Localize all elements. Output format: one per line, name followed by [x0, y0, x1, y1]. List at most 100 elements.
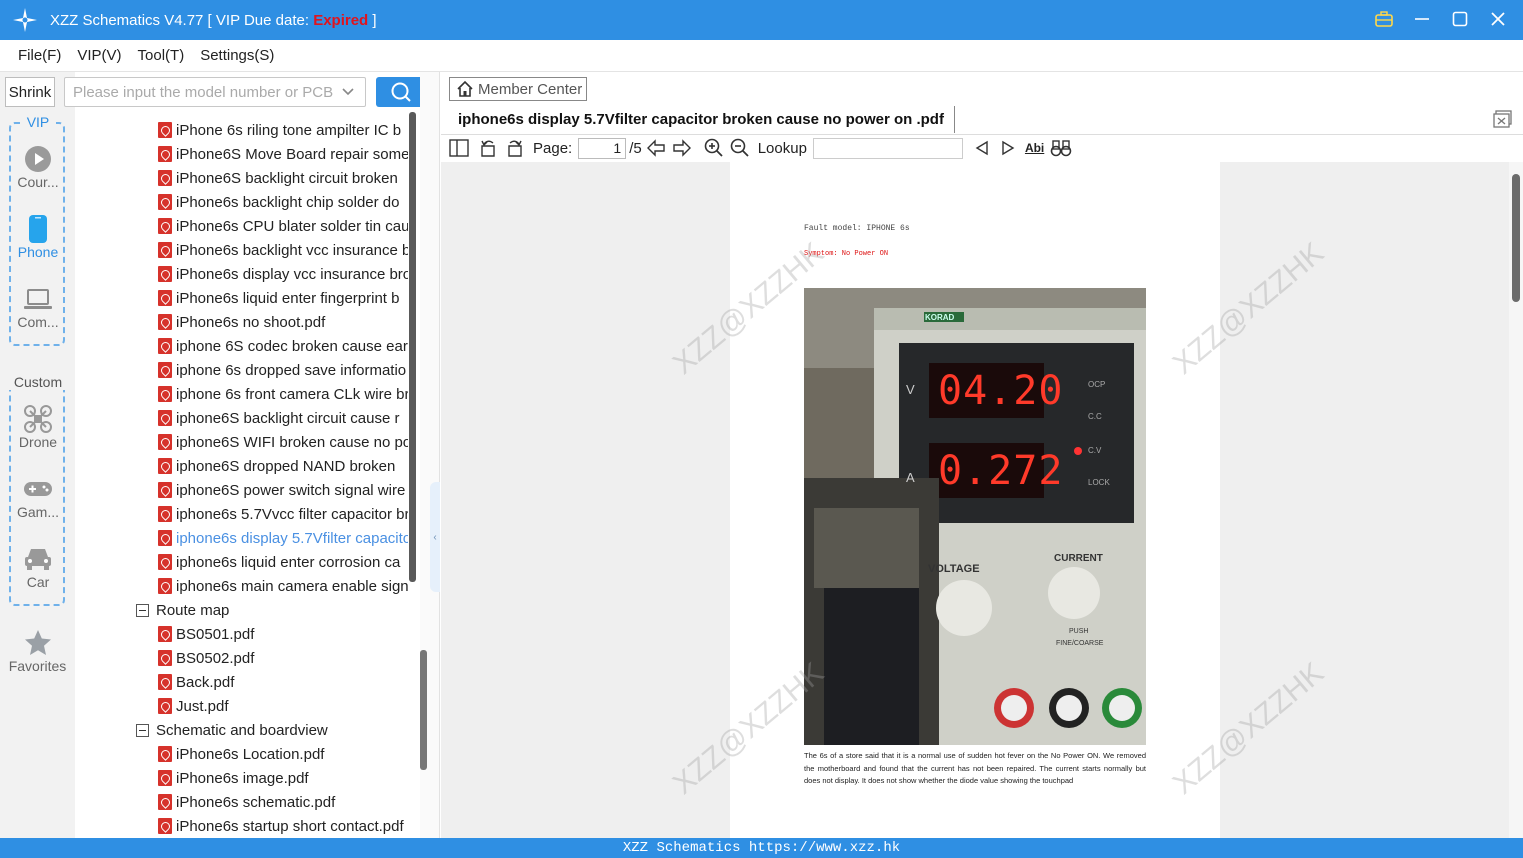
tree-file-label: iphone6s 5.7Vvcc filter capacitor br [176, 505, 408, 523]
rail-item-car[interactable]: Car [6, 544, 70, 590]
tree-file-item[interactable]: iphone6S dropped NAND broken [158, 454, 408, 478]
collapse-toggle-icon[interactable] [136, 723, 149, 737]
tree-file-item[interactable]: iphone6s liquid enter corrosion ca [158, 550, 408, 574]
rotate-right-icon[interactable] [505, 138, 525, 158]
find-prev-icon[interactable] [975, 140, 989, 156]
close-document-icon[interactable] [1493, 110, 1513, 128]
scrollbar-thumb[interactable] [1512, 174, 1520, 302]
toggle-sidebar-icon[interactable] [449, 139, 469, 157]
tree-folder-item[interactable]: Schematic and boardview [136, 718, 416, 742]
laptop-icon [6, 284, 70, 314]
tree-file-item[interactable]: iPhone6s liquid enter fingerprint b [158, 286, 408, 310]
tree-file-item[interactable]: iphone6s 5.7Vvcc filter capacitor br [158, 502, 408, 526]
tree-file-item[interactable]: Just.pdf [158, 694, 408, 718]
menu-file[interactable]: File(F) [18, 47, 61, 64]
rail-item-label: Gam... [16, 504, 59, 520]
file-tree: iPhone 6s riling tone ampilter IC b iPhon… [75, 110, 420, 838]
tree-file-item[interactable]: BS0501.pdf [158, 622, 408, 646]
status-bar: XZZ Schematics https://www.xzz.hk [0, 838, 1523, 858]
panel-splitter[interactable]: ‹ [420, 72, 440, 838]
splitter-handle[interactable] [420, 650, 427, 770]
tree-file-item[interactable]: iphone6s main camera enable sign [158, 574, 408, 598]
briefcase-icon[interactable] [1373, 8, 1395, 30]
tree-file-item[interactable]: iPhone6s schematic.pdf [158, 790, 408, 814]
minimize-button[interactable] [1411, 8, 1433, 30]
rail-item-drone[interactable]: Drone [6, 404, 70, 450]
pdf-file-icon [158, 434, 172, 450]
pdf-file-icon [158, 122, 172, 138]
viewer-scrollbar[interactable] [1509, 162, 1523, 838]
tree-file-item[interactable]: iphone6S backlight circuit cause r [158, 406, 408, 430]
tree-file-item[interactable]: iPhone6s image.pdf [158, 766, 408, 790]
page-number-input[interactable]: 1 [578, 137, 627, 159]
pdf-file-icon [158, 266, 172, 282]
next-page-icon[interactable] [672, 139, 692, 157]
tree-file-label: iphone6S dropped NAND broken [176, 457, 396, 475]
tree-file-item[interactable]: iphone 6s dropped save informatio [158, 358, 408, 382]
lookup-label: Lookup [757, 139, 807, 157]
pdf-file-icon [158, 626, 172, 642]
chevron-down-icon[interactable] [341, 85, 355, 99]
pdf-file-icon [158, 482, 172, 498]
tree-file-item[interactable]: iPhone6s display vcc insurance bro [158, 262, 408, 286]
model-search-input[interactable]: Please input the model number or PCB [64, 77, 366, 107]
prev-page-icon[interactable] [646, 139, 666, 157]
tree-file-label: iPhone6s schematic.pdf [176, 793, 336, 811]
tree-file-item[interactable]: iphone6s display 5.7Vfilter capacito [158, 526, 408, 550]
pdf-file-icon [158, 170, 172, 186]
maximize-button[interactable] [1449, 8, 1471, 30]
search-button[interactable] [376, 77, 425, 107]
tree-file-item[interactable]: iPhone6s backlight chip solder do [158, 190, 408, 214]
pdf-file-icon [158, 770, 172, 786]
tree-file-item[interactable]: iphone6S WIFI broken cause no po [158, 430, 408, 454]
rail-item-phone[interactable]: Phone [6, 214, 70, 260]
rail-item-games[interactable]: Gam... [6, 474, 70, 520]
close-button[interactable] [1487, 8, 1509, 30]
tree-file-item[interactable]: BS0502.pdf [158, 646, 408, 670]
rail-item-favorites[interactable]: Favorites [0, 628, 75, 674]
binocular-icon[interactable] [1050, 139, 1072, 157]
document-tab[interactable]: iphone6s display 5.7Vfilter capacitor br… [444, 106, 955, 133]
tree-file-item[interactable]: iPhone6s backlight vcc insurance b [158, 238, 408, 262]
lookup-input[interactable] [812, 137, 963, 159]
tree-file-item[interactable]: iphone 6s front camera CLk wire br [158, 382, 408, 406]
tree-file-item[interactable]: iPhone 6s riling tone ampilter IC b [158, 118, 408, 142]
zoom-in-icon[interactable] [704, 138, 724, 158]
menu-tool[interactable]: Tool(T) [138, 47, 185, 64]
pdf-viewer[interactable]: Fault model: IPHONE 6s Symptom: No Power… [441, 162, 1509, 838]
find-next-icon[interactable] [1001, 140, 1015, 156]
zoom-out-icon[interactable] [730, 138, 750, 158]
psu-a-label: A [906, 470, 915, 485]
tree-folder-item[interactable]: Route map [136, 598, 416, 622]
tree-file-item[interactable]: iPhone6S Move Board repair some [158, 142, 408, 166]
rail-item-computer[interactable]: Com... [6, 284, 70, 330]
rail-item-label: Drone [18, 434, 58, 450]
title-suffix: ] [368, 11, 377, 29]
tree-file-item[interactable]: iPhone6s Location.pdf [158, 742, 408, 766]
tree-file-label: iPhone6s Location.pdf [176, 745, 325, 763]
rail-item-courses[interactable]: Cour... [6, 144, 70, 190]
menu-settings[interactable]: Settings(S) [200, 47, 274, 64]
pdf-file-icon [158, 146, 172, 162]
vip-label: VIP [20, 114, 56, 130]
psu-brand: KORAD [925, 313, 955, 322]
shrink-button[interactable]: Shrink [5, 77, 55, 107]
menu-vip[interactable]: VIP(V) [77, 47, 121, 64]
rotate-left-icon[interactable] [478, 138, 498, 158]
tree-file-item[interactable]: iPhone6s no shoot.pdf [158, 310, 408, 334]
tree-file-item[interactable]: Back.pdf [158, 670, 408, 694]
tree-file-item[interactable]: iPhone6s startup short contact.pdf [158, 814, 408, 838]
tree-folder-label: Schematic and boardview [156, 721, 328, 739]
match-case-icon[interactable]: Abi [1025, 141, 1044, 155]
tree-file-item[interactable]: iPhone6s CPU blater solder tin cau [158, 214, 408, 238]
collapse-toggle-icon[interactable] [136, 603, 149, 617]
category-rail: VIP Cour... Phone Com... Custom Drone Ga… [0, 72, 75, 838]
collapse-sidebar-button[interactable]: ‹ [430, 482, 440, 592]
tree-file-item[interactable]: iphone 6S codec broken cause ear [158, 334, 408, 358]
pdf-toolbar: Page: 1 /5 Lookup Abi [441, 134, 1523, 161]
tree-scrollbar[interactable] [409, 112, 416, 582]
pdf-file-icon [158, 698, 172, 714]
tree-file-item[interactable]: iPhone6S backlight circuit broken [158, 166, 408, 190]
tree-file-item[interactable]: iphone6S power switch signal wire [158, 478, 408, 502]
member-center-button[interactable]: Member Center [449, 77, 587, 101]
